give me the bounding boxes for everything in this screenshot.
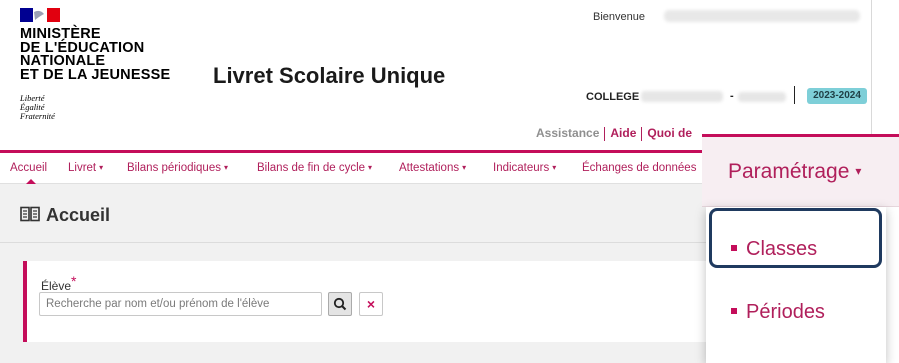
clear-button[interactable]: × (359, 292, 383, 316)
square-bullet-icon (731, 308, 737, 314)
divider (794, 86, 795, 104)
parametrage-label-text: Paramétrage (728, 160, 850, 183)
chevron-down-icon: ▾ (462, 163, 467, 172)
ministry-line: ET DE LA JEUNESSE (20, 66, 171, 83)
top-links: Assistance Aide Quoi de (536, 126, 692, 141)
motto-line: Fraternité (20, 111, 55, 121)
chevron-down-icon: ▾ (855, 164, 862, 178)
menu-item-label: Périodes (746, 301, 825, 323)
parametrage-label: Paramétrage ▾ (728, 160, 861, 184)
school-type: COLLEGE (586, 91, 640, 103)
chevron-down-icon: ▾ (99, 163, 104, 172)
chevron-down-icon: ▾ (368, 163, 373, 172)
aide-link[interactable]: Aide (610, 126, 636, 140)
divider (641, 126, 643, 141)
required-marker: * (71, 273, 77, 289)
redacted-user-name (664, 10, 860, 22)
divider (604, 126, 606, 141)
search-button[interactable] (328, 292, 352, 316)
school-year-badge: 2023-2024 (807, 88, 867, 104)
nav-item-label: Livret (68, 162, 97, 174)
nav-item-livret[interactable]: Livret ▾ (68, 162, 103, 174)
redacted-school-code (738, 92, 786, 102)
nav-item-label: Échanges de données (582, 162, 697, 174)
parametrage-menu-button[interactable]: Paramétrage ▾ (702, 134, 899, 207)
parametrage-zoom-callout: Paramétrage ▾ Classes Périodes (702, 134, 899, 363)
search-icon (333, 297, 347, 311)
nav-item-label: Bilans de fin de cycle (257, 162, 366, 174)
book-icon (20, 206, 40, 222)
chevron-down-icon: ▾ (223, 163, 228, 172)
nav-item-bilans-fin-de-cycle[interactable]: Bilans de fin de cycle ▾ (257, 162, 372, 174)
nav-item-label: Accueil (10, 162, 48, 174)
nav-item-attestations[interactable]: Attestations ▾ (399, 162, 466, 174)
menu-item-periodes[interactable]: Périodes (731, 301, 825, 324)
welcome-text: Bienvenue (593, 11, 645, 23)
header: MINISTÈRE DE L'ÉDUCATION NATIONALE ET DE… (0, 0, 872, 148)
ministry-name: MINISTÈRE DE L'ÉDUCATION NATIONALE ET DE… (20, 27, 171, 83)
republic-motto: Liberté Égalité Fraternité (20, 94, 55, 121)
student-field-label: Élève* (41, 273, 76, 293)
nav-item-indicateurs[interactable]: Indicateurs ▾ (493, 162, 556, 174)
page-title: Accueil (20, 205, 110, 226)
nav-item-bilans-periodiques[interactable]: Bilans périodiques ▾ (127, 162, 228, 174)
school-separator: - (730, 90, 734, 102)
app-title[interactable]: Livret Scolaire Unique (213, 63, 445, 89)
nav-item-label: Bilans périodiques (127, 162, 221, 174)
nav-item-echanges-de-donnees[interactable]: Échanges de données (582, 162, 696, 174)
assistance-link[interactable]: Assistance (536, 126, 599, 140)
quoi-de-neuf-link[interactable]: Quoi de (647, 126, 692, 140)
student-search-input[interactable] (39, 292, 322, 316)
student-label-text: Élève (41, 279, 72, 293)
redacted-school-name (641, 91, 723, 102)
nav-item-label: Attestations (399, 162, 460, 174)
nav-item-accueil[interactable]: Accueil (10, 162, 47, 174)
marianne-logo-icon (20, 8, 60, 22)
highlight-box (709, 208, 882, 268)
nav-item-label: Indicateurs (493, 162, 550, 174)
page-title-text: Accueil (46, 205, 111, 225)
chevron-down-icon: ▾ (552, 163, 557, 172)
